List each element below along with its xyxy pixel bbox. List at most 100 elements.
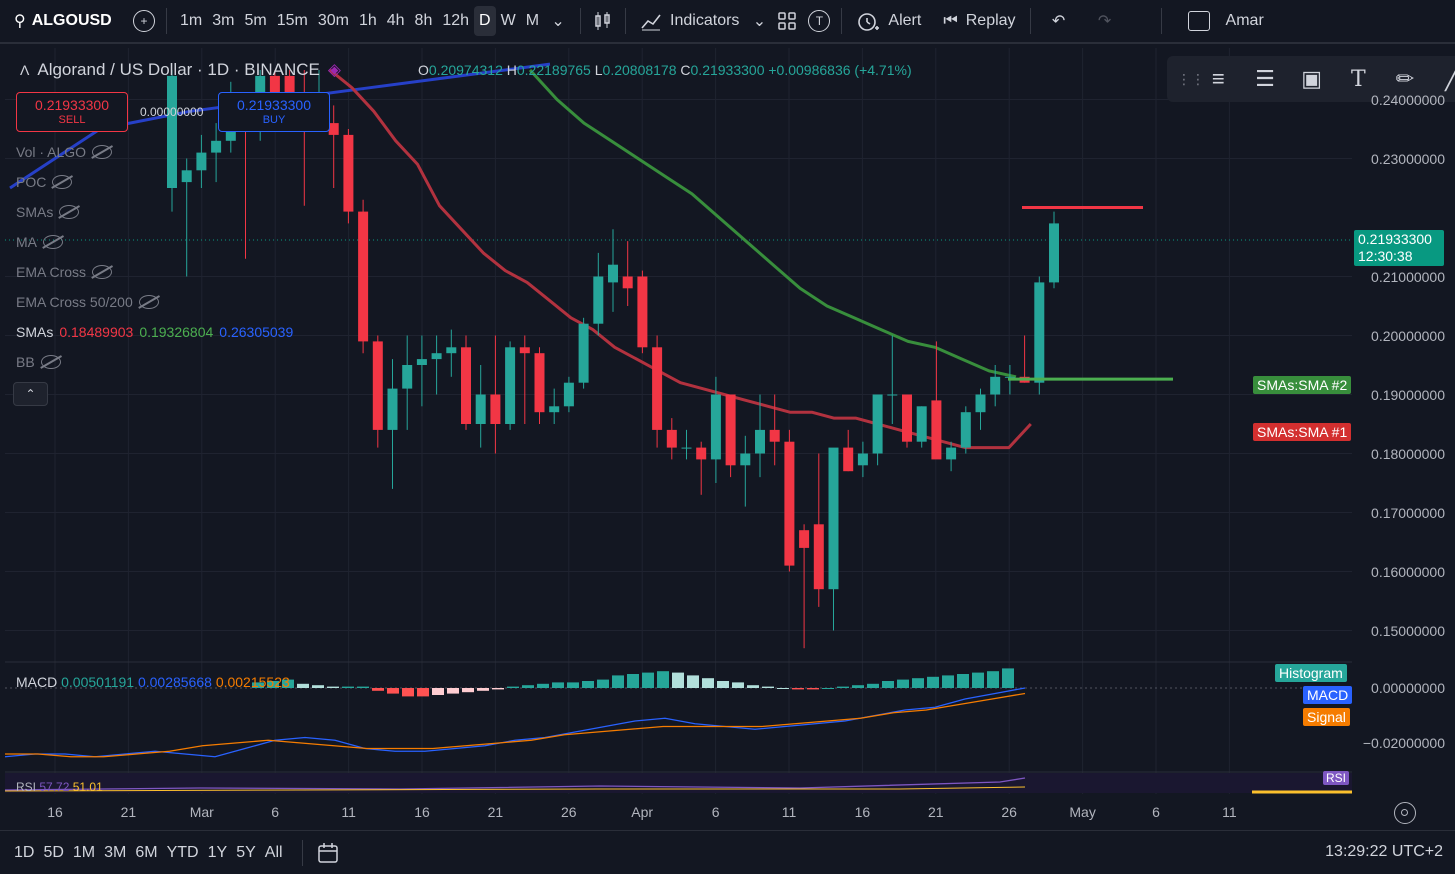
text-tool-icon[interactable]: T bbox=[1343, 67, 1374, 92]
macd-line bbox=[4, 687, 1026, 758]
range-all[interactable]: All bbox=[265, 844, 292, 862]
candle-body bbox=[578, 323, 589, 383]
time-axis-label: 21 bbox=[120, 804, 137, 820]
candle-body bbox=[490, 394, 501, 424]
macd-histogram-bar bbox=[612, 675, 624, 688]
chart-settings-button[interactable] bbox=[1394, 802, 1416, 824]
range-5d[interactable]: 5D bbox=[43, 844, 72, 862]
eye-off-icon[interactable] bbox=[43, 235, 63, 249]
macd-histogram-bar bbox=[852, 685, 864, 688]
open-label: O bbox=[418, 62, 429, 78]
drag-handle-icon[interactable]: ⋮⋮ bbox=[1177, 71, 1205, 88]
legend-title: Algorand / US Dollar · 1D · BINANCE bbox=[37, 60, 320, 79]
change-value: +0.00986836 (+4.71%) bbox=[768, 62, 912, 78]
symbol-legend[interactable]: Λ Algorand / US Dollar · 1D · BINANCE ◈ bbox=[20, 60, 341, 80]
candle-body bbox=[784, 441, 795, 566]
candle-body bbox=[902, 394, 912, 442]
macd-histogram-bar bbox=[912, 678, 924, 688]
eye-off-icon[interactable] bbox=[52, 175, 73, 189]
macd-axis-zero: 0.00000000 bbox=[1371, 680, 1445, 696]
brush-icon[interactable]: ✏ bbox=[1390, 66, 1421, 92]
time-axis-label: 26 bbox=[1001, 804, 1017, 820]
range-1y[interactable]: 1Y bbox=[208, 844, 237, 862]
fib-retracement-icon[interactable]: ☰ bbox=[1250, 66, 1281, 92]
time-axis-label: 21 bbox=[928, 804, 944, 820]
price-axis-label: 0.20000000 bbox=[1371, 327, 1445, 344]
macd-histogram-bar bbox=[957, 674, 969, 688]
macd-histogram-bar bbox=[447, 688, 459, 694]
sell-button[interactable]: 0.21933300 SELL bbox=[16, 92, 128, 132]
indicator-smas-hidden[interactable]: SMAs bbox=[16, 204, 80, 220]
gear-icon bbox=[1401, 809, 1408, 816]
current-price-tag: 0.21933300 12:30:38 bbox=[1354, 230, 1444, 266]
candle-body bbox=[387, 388, 398, 430]
rsi-legend[interactable]: RSI 57.72 51.01 bbox=[16, 780, 103, 794]
time-axis-label: 16 bbox=[47, 804, 63, 820]
indicator-ema-cross[interactable]: EMA Cross bbox=[16, 264, 113, 280]
goto-date-button[interactable] bbox=[315, 838, 343, 868]
histogram-tag: Histogram bbox=[1275, 664, 1347, 682]
signal-tag: Signal bbox=[1303, 708, 1350, 726]
time-axis-label: 26 bbox=[561, 804, 577, 820]
candle-body bbox=[960, 412, 971, 448]
ruler-icon[interactable]: ╱ bbox=[1436, 66, 1455, 92]
trend-lines-icon[interactable]: ≡ bbox=[1203, 66, 1234, 92]
macd-legend[interactable]: MACD 0.00501191 0.00285668 0.00215523 bbox=[16, 674, 290, 690]
candle-body bbox=[505, 347, 516, 424]
candle-body bbox=[887, 394, 898, 396]
collapse-legend-button[interactable]: ⌃ bbox=[13, 382, 48, 406]
eye-off-icon[interactable] bbox=[138, 295, 159, 309]
eye-off-icon[interactable] bbox=[92, 145, 113, 159]
macd-histogram-bar bbox=[327, 686, 339, 688]
macd-histogram-bar bbox=[747, 685, 759, 688]
candle-body bbox=[755, 429, 765, 454]
close-value: 0.21933300 bbox=[690, 62, 765, 78]
range-5y[interactable]: 5Y bbox=[236, 844, 265, 862]
candle-body bbox=[946, 447, 957, 460]
macd-axis-minus: −0.02000000 bbox=[1362, 735, 1445, 751]
macd-histogram-bar bbox=[882, 681, 894, 688]
indicator-name: SMAs bbox=[16, 204, 54, 220]
candle-body bbox=[549, 406, 560, 413]
time-axis-label: 6 bbox=[271, 804, 280, 820]
range-1d[interactable]: 1D bbox=[14, 844, 43, 862]
candle-body bbox=[167, 75, 177, 188]
macd-histogram-bar bbox=[717, 681, 729, 688]
eye-off-icon[interactable] bbox=[59, 205, 80, 219]
macd-histogram-bar bbox=[822, 688, 834, 689]
range-ytd[interactable]: YTD bbox=[167, 844, 208, 862]
candle-body bbox=[652, 347, 663, 430]
range-6m[interactable]: 6M bbox=[135, 844, 166, 862]
candle-body bbox=[519, 347, 530, 354]
time-axis[interactable]: 16 21 Mar 6 11 16 21 26 Apr 6 11 16 21 26 May 6 11 bbox=[0, 796, 1455, 828]
eye-off-icon[interactable] bbox=[92, 265, 113, 279]
candle-body bbox=[916, 406, 927, 442]
patterns-icon[interactable]: ▣ bbox=[1296, 66, 1327, 92]
clock-timezone[interactable]: 13:29:22 UTC+2 bbox=[1325, 843, 1443, 861]
indicator-bb[interactable]: BB bbox=[16, 354, 61, 370]
macd-histogram-bar bbox=[582, 681, 594, 688]
indicator-poc[interactable]: POC bbox=[16, 174, 73, 190]
macd-histogram-bar bbox=[927, 676, 939, 688]
range-3m[interactable]: 3M bbox=[104, 844, 135, 862]
macd-histogram-bar bbox=[357, 686, 369, 688]
macd-histogram-bar bbox=[312, 685, 324, 688]
candle-body bbox=[990, 376, 1001, 395]
candle-body bbox=[769, 429, 780, 442]
range-1m[interactable]: 1M bbox=[73, 844, 104, 862]
indicator-ma[interactable]: MA bbox=[16, 234, 63, 250]
indicator-ema-cross-50-200[interactable]: EMA Cross 50/200 bbox=[16, 294, 159, 310]
macd-histogram-bar bbox=[342, 686, 354, 688]
rsi-tag: RSI bbox=[1323, 771, 1350, 785]
time-axis-label: 11 bbox=[781, 804, 797, 820]
candle-body bbox=[608, 264, 618, 283]
candle-body bbox=[563, 382, 574, 407]
macd-histogram-bar bbox=[627, 674, 639, 688]
indicator-smas[interactable]: SMAs 0.18489903 0.19326804 0.26305039 bbox=[16, 324, 293, 340]
macd-histogram-bar bbox=[762, 686, 774, 688]
buy-button[interactable]: 0.21933300 BUY bbox=[218, 92, 330, 132]
rsi-value: 57.72 bbox=[39, 780, 70, 794]
eye-off-icon[interactable] bbox=[40, 355, 61, 369]
candle-body bbox=[740, 453, 751, 466]
indicator-vol[interactable]: Vol · ALGO bbox=[16, 144, 113, 160]
